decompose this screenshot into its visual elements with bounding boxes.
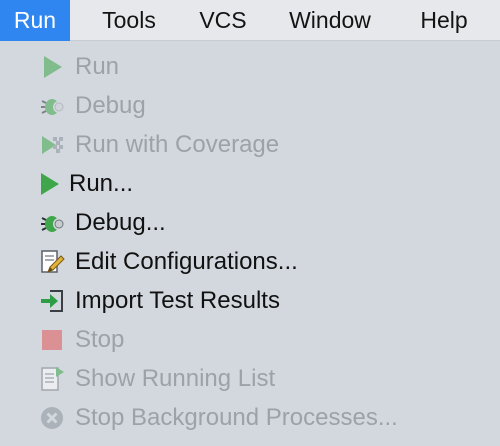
menu-item-label: Run with Coverage bbox=[75, 131, 280, 158]
run-icon bbox=[38, 53, 66, 81]
menu-item-label: Edit Configurations... bbox=[75, 248, 298, 275]
run-menu-dropdown: Run Debug Run with Coverage Run... Debug… bbox=[0, 41, 500, 446]
edit-configurations-icon bbox=[38, 248, 66, 276]
menu-item-label: Show Running List bbox=[75, 365, 276, 392]
menu-bar: Run Tools VCS Window Help bbox=[0, 0, 500, 41]
debug-bug-icon bbox=[38, 92, 66, 120]
menubar-vcs[interactable]: VCS bbox=[182, 0, 264, 41]
running-list-icon bbox=[38, 365, 66, 393]
menu-item-run-dialog[interactable]: Run... bbox=[0, 164, 500, 203]
menu-item-stop-background-processes[interactable]: Stop Background Processes... bbox=[0, 398, 500, 437]
menu-item-label: Debug bbox=[75, 92, 146, 119]
menu-item-label: Debug... bbox=[75, 209, 166, 236]
menu-item-debug-dialog[interactable]: Debug... bbox=[0, 203, 500, 242]
menu-item-stop[interactable]: Stop bbox=[0, 320, 500, 359]
menu-item-edit-configurations[interactable]: Edit Configurations... bbox=[0, 242, 500, 281]
import-icon bbox=[38, 287, 66, 315]
run-icon bbox=[36, 170, 64, 198]
stop-background-icon bbox=[38, 404, 66, 432]
debug-bug-icon bbox=[38, 209, 66, 237]
menu-item-label: Stop bbox=[75, 326, 125, 353]
menu-item-import-test-results[interactable]: Import Test Results bbox=[0, 281, 500, 320]
menu-item-run-with-coverage[interactable]: Run with Coverage bbox=[0, 125, 500, 164]
menu-item-label: Import Test Results bbox=[75, 287, 280, 314]
coverage-icon bbox=[38, 131, 66, 159]
menu-item-show-running-list[interactable]: Show Running List bbox=[0, 359, 500, 398]
menubar-run[interactable]: Run bbox=[0, 0, 70, 41]
menubar-tools[interactable]: Tools bbox=[84, 0, 174, 41]
menu-item-run[interactable]: Run bbox=[0, 47, 500, 86]
menu-item-label: Stop Background Processes... bbox=[75, 404, 398, 431]
menu-item-debug[interactable]: Debug bbox=[0, 86, 500, 125]
menubar-window[interactable]: Window bbox=[271, 0, 389, 41]
menu-item-label: Run... bbox=[69, 170, 134, 197]
menubar-help[interactable]: Help bbox=[400, 0, 488, 41]
menu-item-label: Run bbox=[75, 53, 120, 80]
stop-icon bbox=[38, 326, 66, 354]
